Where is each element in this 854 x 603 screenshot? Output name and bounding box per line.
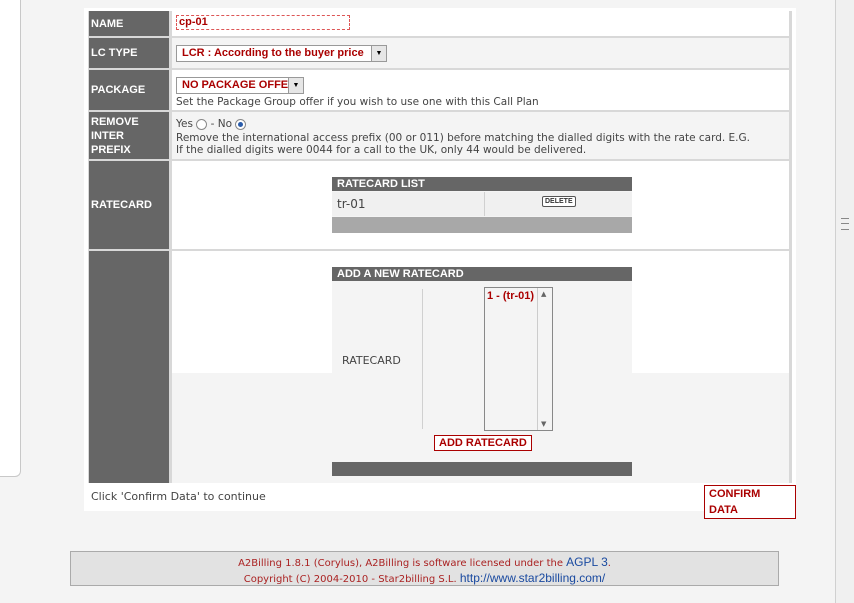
ratecard-list-divider [484,192,485,216]
listbox-scrollbar[interactable]: ▲ ▼ [537,288,552,430]
chevron-down-icon[interactable]: ▼ [288,78,303,93]
ratecard-listbox[interactable]: 1 - (tr-01) ▲ ▼ [484,287,553,431]
footer-line1: A2Billing 1.8.1 (Corylus), A2Billing is … [71,555,778,571]
agpl-link[interactable]: AGPL 3 [566,555,608,569]
ratecard-list-row: tr-01 DELETE [332,192,632,216]
left-side-panel [0,0,21,477]
add-ratecard-field-label: RATECARD [342,354,401,367]
continue-hint: Click 'Confirm Data' to continue [91,490,266,503]
package-select[interactable]: NO PACKAGE OFFER ▼ [176,77,304,94]
vertical-scrollbar[interactable] [835,0,854,603]
call-plan-form-panel: NAME cp-01 LC TYPE LCR : According to th… [84,8,796,519]
name-value-cell: cp-01 [172,11,789,36]
yes-label: Yes [176,118,193,130]
add-ratecard-button[interactable]: ADD RATECARD [434,435,532,451]
ratecard-item-name: tr-01 [337,197,366,211]
package-label: PACKAGE [89,70,169,110]
ratecard-list-title: RATECARD LIST [332,177,632,191]
add-ratecard-divider [422,289,423,429]
remove-prefix-row: REMOVE INTER PREFIX Yes - No Remove the … [88,112,792,159]
ratecard-option[interactable]: 1 - (tr-01) [487,290,534,302]
lc-type-selected-value: LCR : According to the buyer price [182,47,364,59]
remove-prefix-help-line2: If the dialled digits were 0044 for a ca… [176,144,587,156]
ratecard-list-footer [332,217,632,233]
no-radio[interactable] [235,118,247,130]
add-ratecard-label-cell [89,251,169,483]
remove-prefix-label-line1: REMOVE INTER [91,115,139,142]
remove-prefix-options: Yes - No [176,118,247,130]
footer-copyright-text: Copyright (C) 2004-2010 - Star2billing S… [243,574,457,585]
page-footer: A2Billing 1.8.1 (Corylus), A2Billing is … [70,551,779,586]
name-input[interactable]: cp-01 [176,15,350,30]
add-ratecard-row: ADD A NEW RATECARD RATECARD 1 - (tr-01) … [88,251,792,483]
confirm-data-button[interactable]: CONFIRM DATA [704,485,796,519]
name-label: NAME [89,11,169,36]
remove-prefix-help-line1: Remove the international access prefix (… [176,132,750,144]
add-ratecard-title: ADD A NEW RATECARD [332,267,632,281]
footer-license-text: A2Billing 1.8.1 (Corylus), A2Billing is … [238,558,563,569]
chevron-up-icon[interactable]: ▲ [541,290,546,298]
chevron-down-icon[interactable]: ▼ [371,46,386,61]
no-label: - No [210,118,233,130]
ratecard-value-cell: RATECARD LIST tr-01 DELETE [172,161,789,249]
star2billing-link[interactable]: http://www.star2billing.com/ [460,571,605,585]
footer-line2: Copyright (C) 2004-2010 - Star2billing S… [71,571,778,587]
remove-prefix-label: REMOVE INTER PREFIX [89,112,169,159]
ratecard-list-box: RATECARD LIST tr-01 DELETE [332,177,632,233]
scrollbar-grip-icon[interactable] [841,218,849,230]
lc-type-row: LC TYPE LCR : According to the buyer pri… [88,38,792,68]
add-ratecard-footer [332,462,632,476]
lc-type-select[interactable]: LCR : According to the buyer price ▼ [176,45,387,62]
name-row: NAME cp-01 [88,11,792,36]
form-table: NAME cp-01 LC TYPE LCR : According to th… [88,11,792,483]
package-selected-value: NO PACKAGE OFFER [182,79,297,91]
yes-radio[interactable] [196,118,208,130]
lc-type-value-cell: LCR : According to the buyer price ▼ [172,38,789,68]
add-ratecard-value-cell: ADD A NEW RATECARD RATECARD 1 - (tr-01) … [172,251,789,483]
package-help-text: Set the Package Group offer if you wish … [176,96,539,108]
remove-prefix-value-cell: Yes - No Remove the international access… [172,112,789,159]
delete-ratecard-button[interactable]: DELETE [542,196,576,207]
ratecard-row: RATECARD RATECARD LIST tr-01 DELETE [88,161,792,249]
package-row: PACKAGE NO PACKAGE OFFER ▼ Set the Packa… [88,70,792,110]
chevron-down-icon[interactable]: ▼ [541,420,546,428]
lc-type-label: LC TYPE [89,38,169,68]
footer-line1-end: . [607,558,611,569]
package-value-cell: NO PACKAGE OFFER ▼ Set the Package Group… [172,70,789,110]
ratecard-label: RATECARD [89,161,169,249]
add-ratecard-box: ADD A NEW RATECARD RATECARD 1 - (tr-01) … [332,267,632,476]
remove-prefix-label-line2: PREFIX [91,143,131,156]
